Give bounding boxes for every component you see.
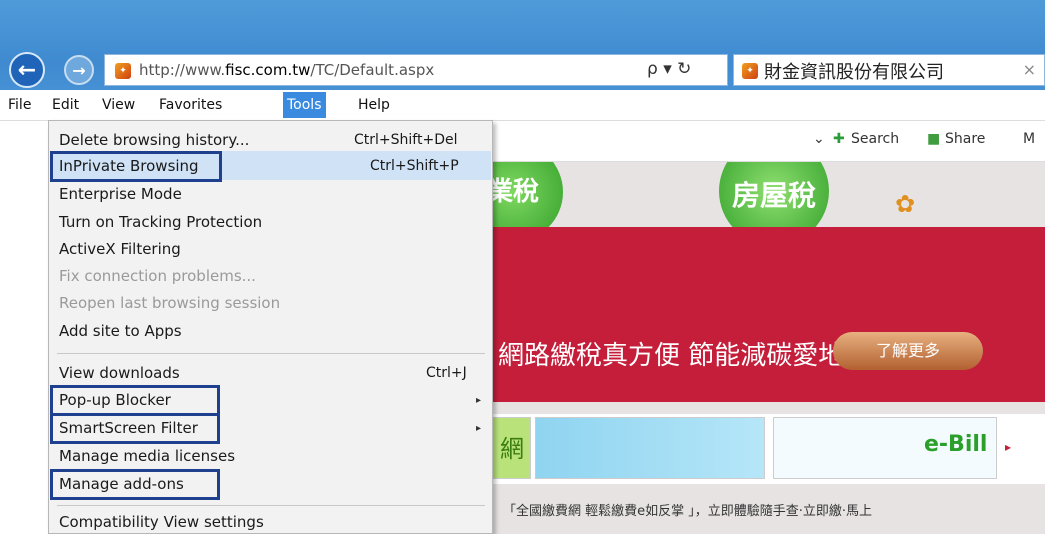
submenu-arrow-icon: ▸ (476, 395, 482, 406)
menu-view[interactable]: View (98, 92, 139, 118)
share-button[interactable]: Share (945, 131, 985, 147)
forward-button[interactable]: → (64, 55, 94, 85)
web-page-content: 業稅 房屋稅 ✿ 網路繳稅真方便 節能減碳愛地球 了解更多 網 e-Bill ▸… (493, 162, 1045, 534)
annotation-box-manage-add-ons (50, 469, 220, 500)
back-button[interactable]: ← (9, 52, 45, 88)
menu-item-manage-media-licenses[interactable]: Manage media licenses (59, 447, 235, 465)
tab-title: 財金資訊股份有限公司 (764, 62, 944, 83)
forward-arrow-icon: → (72, 60, 86, 80)
promo-tile-2[interactable] (535, 417, 765, 479)
menu-item-activex-filtering[interactable]: ActiveX Filtering (59, 240, 181, 258)
news-ticker[interactable]: 「全國繳費網 輕鬆繳費e如反掌 」，立即體驗隨手查‧立即繳‧馬上 (503, 500, 872, 519)
menu-edit[interactable]: Edit (48, 92, 83, 118)
shortcut-delete-history: Ctrl+Shift+Del (354, 132, 458, 148)
annotation-box-inprivate (50, 151, 222, 182)
ebill-label: e-Bill (924, 432, 988, 457)
browser-tab[interactable]: ✦ 財金資訊股份有限公司 × (733, 54, 1045, 86)
menu-favorites[interactable]: Favorites (155, 92, 226, 118)
command-bar: ⌄ ✚ Search ■ Share M (493, 121, 1045, 162)
menu-item-add-site-to-apps[interactable]: Add site to Apps (59, 322, 182, 340)
carousel-next-icon[interactable]: ▸ (1005, 440, 1011, 454)
menu-item-view-downloads[interactable]: View downloads (59, 364, 180, 382)
banner-slogan: 網路繳稅真方便 節能減碳愛地球 (498, 341, 871, 371)
back-arrow-icon: ← (17, 57, 37, 83)
menu-item-fix-connection: Fix connection problems... (59, 267, 256, 285)
menu-separator (57, 353, 485, 354)
address-bar[interactable]: ✦ http://www.fisc.com.tw/TC/Default.aspx… (104, 54, 728, 86)
menu-separator (57, 505, 485, 506)
search-button[interactable]: Search (851, 131, 899, 147)
promo-tile-ebill[interactable]: e-Bill (773, 417, 997, 479)
learn-more-button[interactable]: 了解更多 (833, 332, 983, 370)
search-provider-icon: ✚ (833, 131, 845, 147)
banner: 網路繳稅真方便 節能減碳愛地球 (493, 227, 1045, 402)
more-button[interactable]: M (1023, 131, 1035, 147)
menu-item-delete-browsing-history[interactable]: Delete browsing history... (59, 131, 249, 149)
tab-close-icon[interactable]: × (1023, 60, 1036, 79)
tools-dropdown-menu: Delete browsing history... Ctrl+Shift+De… (48, 120, 493, 534)
share-icon: ■ (927, 131, 941, 147)
menu-item-enterprise-mode[interactable]: Enterprise Mode (59, 185, 182, 203)
butterfly-icon: ✿ (895, 190, 916, 218)
shortcut-view-downloads: Ctrl+J (426, 365, 467, 381)
annotation-box-popup-blocker (50, 385, 220, 416)
tab-favicon-icon: ✦ (742, 63, 758, 79)
promo-tiles: 網 e-Bill ▸ (493, 414, 1045, 484)
dropdown-chevron-icon[interactable]: ⌄ (813, 131, 825, 147)
menu-item-compatibility-view[interactable]: Compatibility View settings (59, 513, 264, 531)
shortcut-inprivate: Ctrl+Shift+P (370, 158, 459, 174)
site-favicon-icon: ✦ (115, 63, 131, 79)
submenu-arrow-icon: ▸ (476, 423, 482, 434)
promo-tile-1[interactable]: 網 (493, 417, 531, 479)
menu-tools[interactable]: Tools (283, 92, 326, 118)
menu-help[interactable]: Help (354, 92, 394, 118)
menu-item-tracking-protection[interactable]: Turn on Tracking Protection (59, 213, 262, 231)
address-search-refresh-icons[interactable]: ρ ▾ ↻ (647, 59, 691, 79)
menu-file[interactable]: File (4, 92, 35, 118)
address-url[interactable]: http://www.fisc.com.tw/TC/Default.aspx (139, 61, 434, 79)
menu-bar: File Edit View Favorites Tools Help (0, 90, 1045, 121)
annotation-box-smartscreen (50, 413, 220, 444)
menu-item-reopen-session: Reopen last browsing session (59, 294, 281, 312)
